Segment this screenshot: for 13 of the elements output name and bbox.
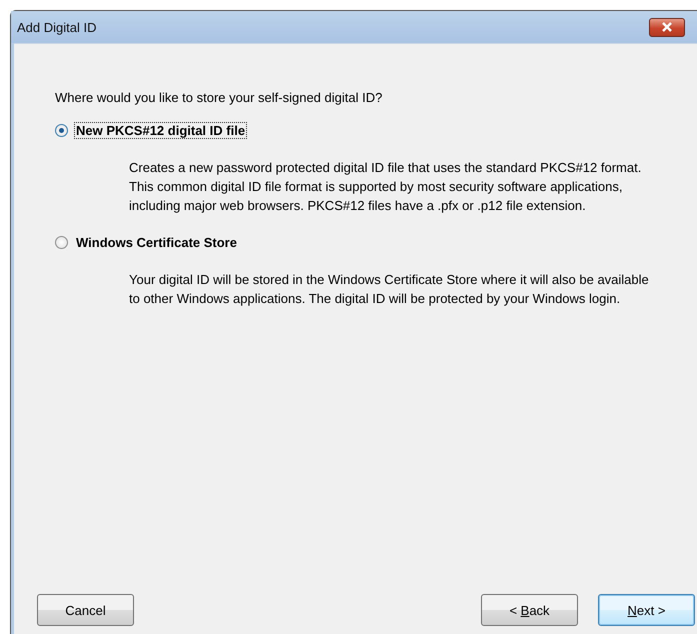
close-button[interactable]	[649, 18, 685, 36]
question-text: Where would you like to store your self-signed digital ID?	[55, 90, 384, 105]
dialog-button[interactable]: Next >	[598, 594, 695, 626]
option-description: Your digital ID will be stored in the Windows Certificate Store where it will also be available to other Windows applications. The digital ID will be protected by your Windows login.	[129, 271, 650, 308]
window-title: Add Digital ID	[17, 20, 96, 34]
option-label[interactable]: Windows Certificate Store	[74, 234, 239, 251]
close-icon	[661, 22, 673, 32]
option-description: Creates a new password protected digital ID file that uses the standard PKCS#12 format. This common digital ID file format is supported by most security software applications, including major web browsers. PKCS#12 files have a .pfx or .p12 file extension.	[129, 159, 642, 215]
option-label[interactable]: New PKCS#12 digital ID file	[74, 122, 248, 139]
dialog-button[interactable]: < Back	[481, 594, 578, 626]
radio-button[interactable]	[55, 124, 68, 137]
radio-button[interactable]	[55, 236, 68, 249]
dialog-button[interactable]: Cancel	[37, 594, 134, 626]
